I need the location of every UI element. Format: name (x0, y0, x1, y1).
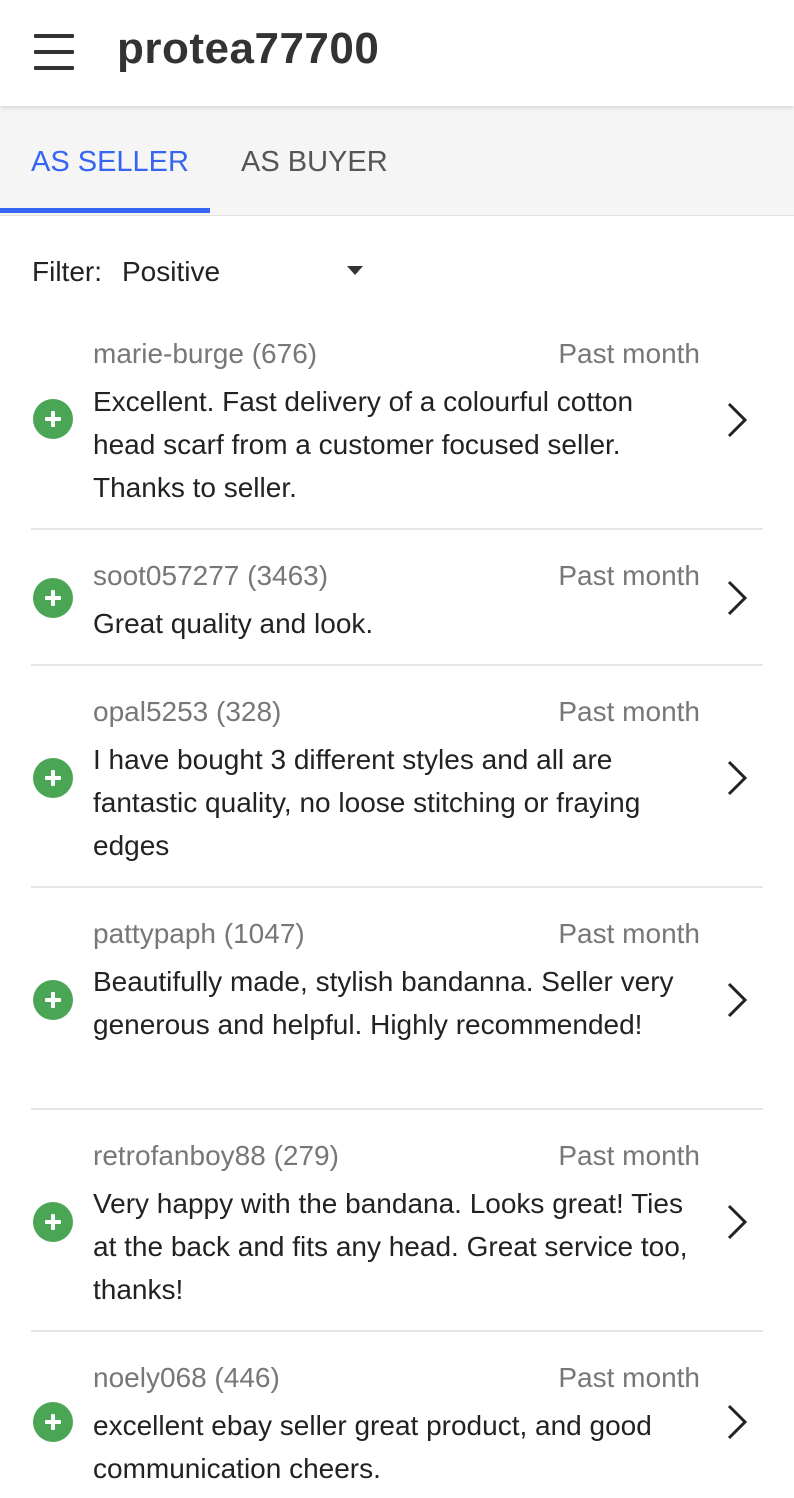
feedback-user: soot057277 (3463) (93, 560, 329, 591)
feedback-user: noely068 (446) (93, 1362, 280, 1393)
filter-row: Filter: Positive (32, 252, 363, 292)
positive-plus-icon (33, 399, 73, 439)
tab-bar: AS SELLER AS BUYER (0, 106, 794, 216)
feedback-item[interactable]: opal5253 (328) Past month I have bought … (0, 678, 794, 900)
feedback-item[interactable]: noely068 (446) Past month excellent ebay… (0, 1344, 794, 1498)
page-title: protea77700 (117, 24, 380, 73)
chevron-right-icon[interactable] (724, 578, 750, 618)
feedback-item[interactable]: retrofanboy88 (279) Past month Very happ… (0, 1122, 794, 1344)
feedback-item[interactable]: soot057277 (3463) Past month Great quali… (0, 542, 794, 676)
feedback-time: Past month (558, 696, 700, 727)
feedback-user: pattypaph (1047) (93, 918, 305, 949)
filter-label: Filter: (32, 256, 102, 287)
feedback-comment: I have bought 3 different styles and all… (93, 744, 641, 861)
feedback-time: Past month (558, 918, 700, 949)
positive-plus-icon (33, 1402, 73, 1442)
divider (31, 664, 763, 666)
positive-plus-icon (33, 758, 73, 798)
feedback-time: Past month (558, 560, 700, 591)
feedback-user: retrofanboy88 (279) (93, 1140, 339, 1171)
feedback-time: Past month (558, 338, 700, 369)
divider (31, 1108, 763, 1110)
filter-value: Positive (122, 256, 221, 287)
tab-as-seller[interactable]: AS SELLER (31, 146, 189, 179)
chevron-right-icon[interactable] (724, 1202, 750, 1242)
active-tab-indicator (0, 208, 210, 213)
feedback-comment: Excellent. Fast delivery of a colourful … (93, 386, 634, 503)
dropdown-caret-icon (347, 266, 363, 275)
positive-plus-icon (33, 1202, 73, 1242)
chevron-right-icon[interactable] (724, 758, 750, 798)
chevron-right-icon[interactable] (724, 400, 750, 440)
feedback-time: Past month (558, 1362, 700, 1393)
feedback-comment: Great quality and look. (93, 608, 374, 639)
feedback-user: opal5253 (328) (93, 696, 282, 727)
chevron-right-icon[interactable] (724, 1402, 750, 1442)
feedback-comment: Very happy with the bandana. Looks great… (93, 1188, 688, 1305)
tab-as-buyer[interactable]: AS BUYER (241, 146, 388, 179)
filter-dropdown[interactable]: Positive (122, 252, 372, 292)
feedback-time: Past month (558, 1140, 700, 1171)
feedback-comment: excellent ebay seller great product, and… (93, 1410, 652, 1484)
feedback-item[interactable]: marie-burge (676) Past month Excellent. … (0, 320, 794, 530)
divider (31, 528, 763, 530)
feedback-item[interactable]: pattypaph (1047) Past month Beautifully … (0, 900, 794, 1122)
chevron-right-icon[interactable] (724, 980, 750, 1020)
app-bar: protea77700 (0, 0, 794, 106)
feedback-comment: Beautifully made, stylish bandanna. Sell… (93, 966, 674, 1040)
hamburger-menu-icon[interactable] (34, 34, 74, 70)
divider (31, 886, 763, 888)
feedback-user: marie-burge (676) (93, 338, 318, 369)
positive-plus-icon (33, 980, 73, 1020)
positive-plus-icon (33, 578, 73, 618)
divider (31, 1330, 763, 1332)
